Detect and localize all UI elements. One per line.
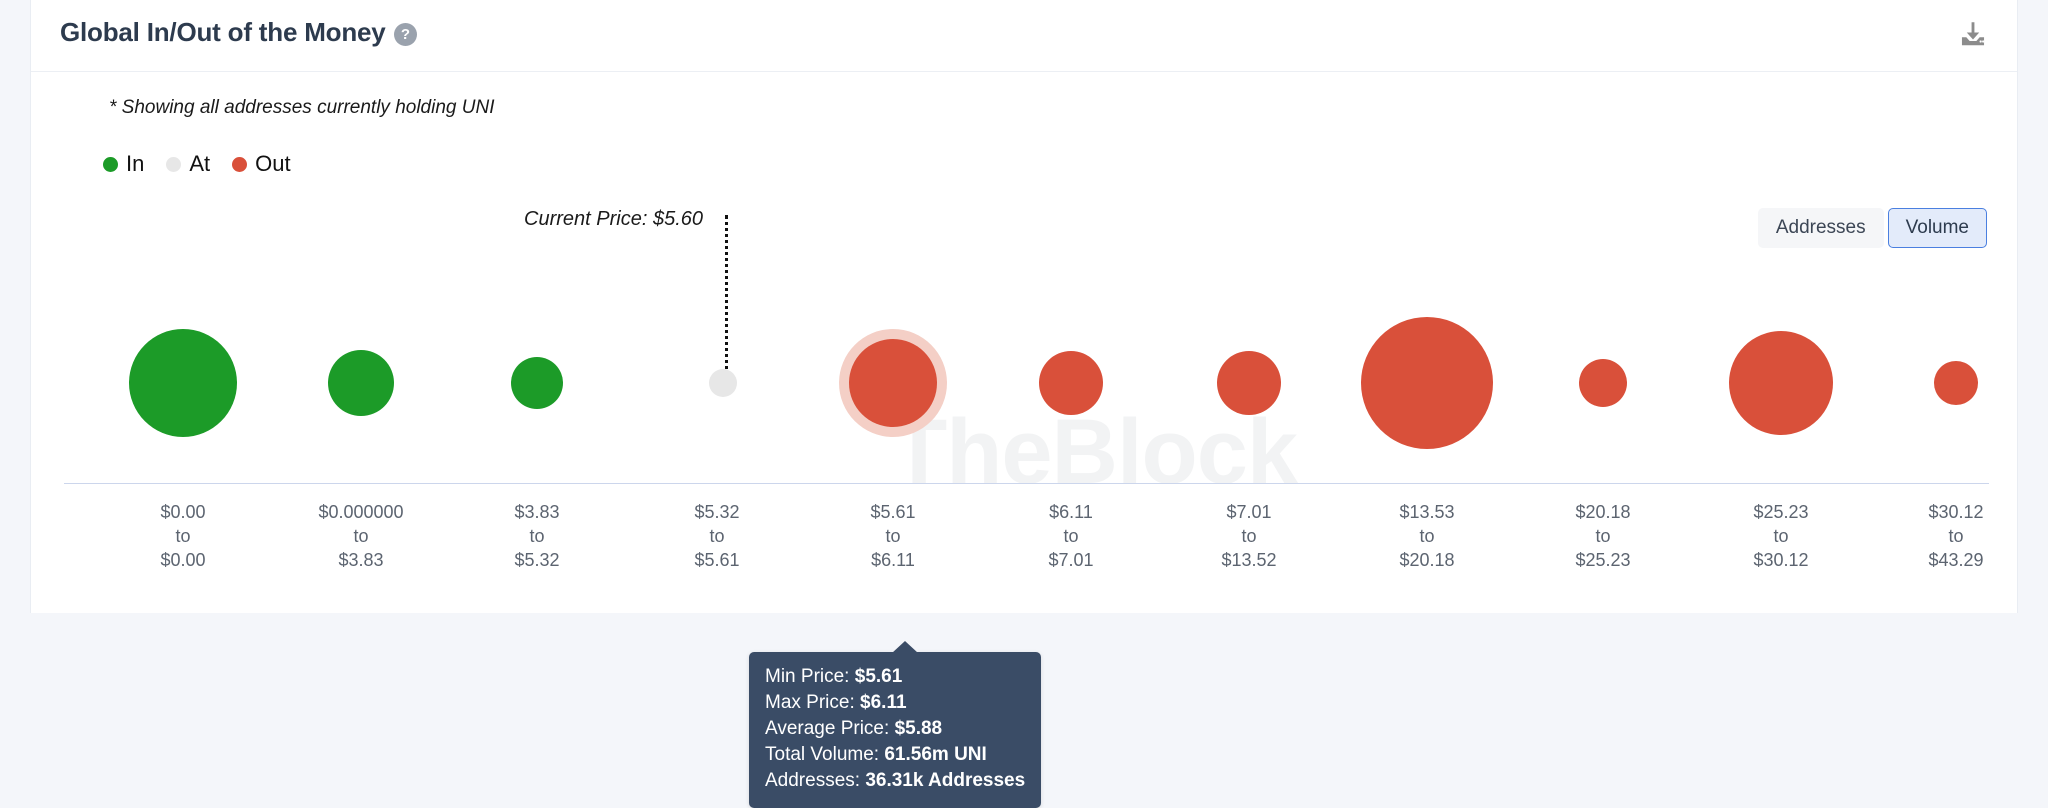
x-axis-tick-0: $0.00 to $0.00 — [160, 502, 206, 570]
bubble-in-1[interactable] — [328, 350, 394, 416]
tooltip-value-average-price: $5.88 — [894, 718, 943, 739]
x-axis-tick-7: $13.53 to $20.18 — [1399, 502, 1455, 570]
download-icon[interactable] — [1956, 18, 1990, 52]
page-title: Global In/Out of the Money — [60, 17, 386, 47]
tooltip-label-min-price: Min Price: — [765, 666, 850, 687]
x-axis-tick-4: $5.61 to $6.11 — [870, 502, 916, 570]
legend-dot-at — [166, 156, 182, 172]
x-axis-tick-1: $0.000000 to $3.83 — [318, 502, 404, 570]
toggle-addresses-button[interactable]: Addresses — [1757, 208, 1884, 248]
plot-area: TheBlock Current Price: $5.60 $0.00 to $0.… — [31, 208, 2019, 808]
x-axis-tick-3: $5.32 to $5.61 — [694, 502, 740, 570]
bubble-out-6[interactable] — [1217, 351, 1281, 415]
bubble-tooltip: Min Price: $5.61 Max Price: $6.11 Averag… — [749, 641, 1042, 808]
tooltip-row-min-price: Min Price: $5.61 — [765, 664, 1025, 690]
metric-toggle-group: Addresses Volume — [1757, 208, 1987, 248]
tooltip-label-addresses: Addresses: — [765, 770, 861, 791]
legend-dot-out — [232, 156, 248, 172]
tooltip-label-max-price: Max Price: — [765, 692, 855, 713]
bubble-in-2[interactable] — [511, 357, 563, 409]
tooltip-row-total-volume: Total Volume: 61.56m UNI — [765, 742, 1025, 768]
tooltip-value-min-price: $5.61 — [854, 666, 903, 687]
legend-dot-in — [103, 156, 118, 172]
tooltip-row-addresses: Addresses: 36.31k Addresses — [765, 768, 1025, 794]
current-price-label: Current Price: $5.60 — [524, 208, 703, 230]
bubble-at-3[interactable] — [709, 369, 737, 397]
x-axis-tick-9: $25.23 to $30.12 — [1753, 502, 1809, 570]
bubble-in-0[interactable] — [129, 329, 237, 437]
x-axis-tick-2: $3.83 to $5.32 — [514, 502, 560, 570]
current-price-line — [725, 215, 728, 395]
x-axis-line — [64, 483, 1989, 484]
bubble-out-8[interactable] — [1579, 359, 1627, 407]
tooltip-label-total-volume: Total Volume: — [765, 744, 880, 765]
tooltip-value-max-price: $6.11 — [860, 692, 907, 713]
bubble-out-7[interactable] — [1361, 317, 1493, 449]
watermark: TheBlock — [891, 401, 1298, 503]
legend-label-out: Out — [255, 151, 291, 176]
tooltip-arrow — [892, 641, 918, 653]
tooltip-row-average-price: Average Price: $5.88 — [765, 716, 1025, 742]
card-header: Global In/Out of the Money ? — [31, 0, 2017, 72]
legend-item-out[interactable]: Out — [232, 151, 291, 177]
legend-item-at[interactable]: At — [166, 151, 210, 177]
x-axis-tick-5: $6.11 to $7.01 — [1048, 502, 1094, 570]
x-axis-tick-10: $30.12 to $43.29 — [1928, 502, 1984, 570]
x-axis-tick-8: $20.18 to $25.23 — [1575, 502, 1631, 570]
legend-label-at: At — [189, 151, 211, 176]
toggle-volume-button[interactable]: Volume — [1887, 208, 1987, 248]
bubble-out-5[interactable] — [1039, 351, 1103, 415]
tooltip-label-average-price: Average Price: — [765, 718, 890, 739]
tooltip-value-total-volume: 61.56m UNI — [884, 744, 987, 765]
tooltip-row-max-price: Max Price: $6.11 — [765, 690, 1025, 716]
legend-label-in: In — [126, 151, 145, 176]
legend-item-in[interactable]: In — [103, 151, 144, 177]
chart-legend: In At Out — [103, 151, 313, 177]
bubble-out-10[interactable] — [1934, 361, 1978, 405]
bubble-out-4[interactable] — [849, 339, 937, 427]
bubble-out-9[interactable] — [1729, 331, 1833, 435]
x-axis-tick-6: $7.01 to $13.52 — [1221, 502, 1277, 570]
tooltip-value-addresses: 36.31k Addresses — [865, 770, 1026, 791]
question-mark-icon[interactable]: ? — [394, 23, 417, 46]
chart-card: Global In/Out of the Money ? * Showing a… — [30, 0, 2019, 808]
chart-note: * Showing all addresses currently holdin… — [109, 97, 495, 118]
